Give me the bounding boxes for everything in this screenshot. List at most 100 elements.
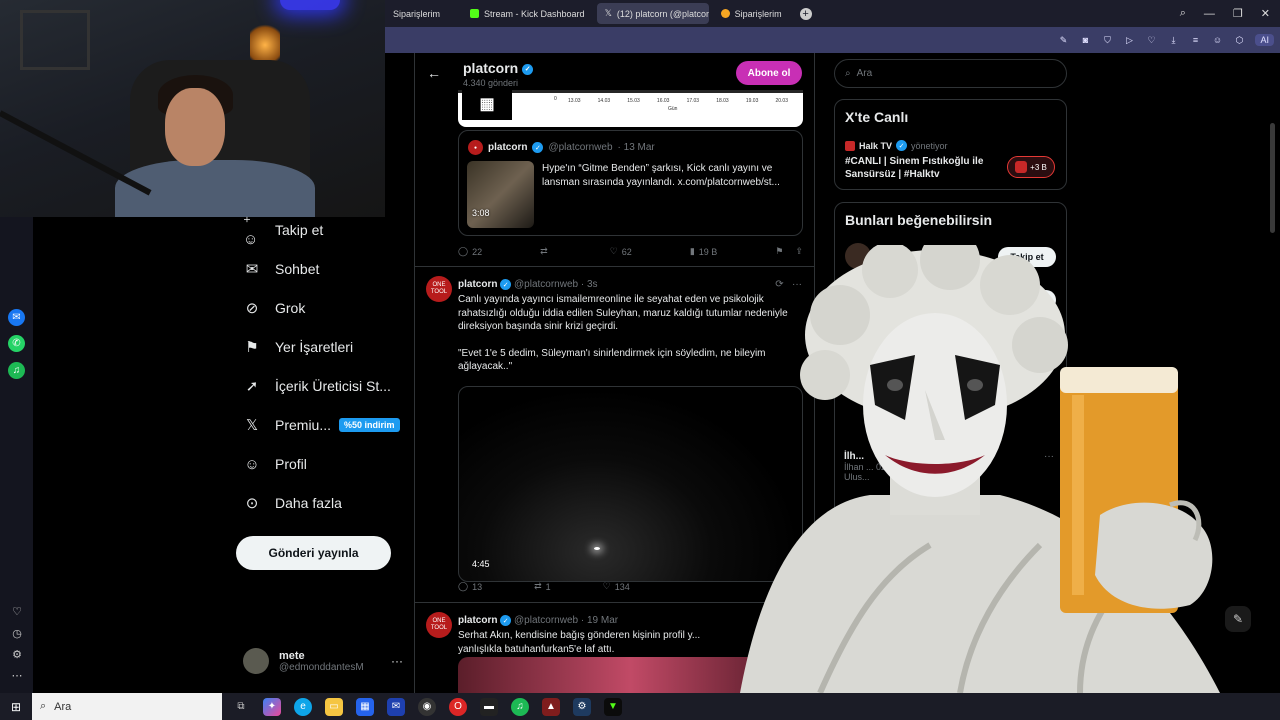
back-arrow-icon[interactable]: ← — [427, 65, 441, 81]
whatsapp-icon[interactable]: ✆ — [8, 335, 25, 352]
nav-chat[interactable]: ✉ Sohbet — [243, 257, 320, 281]
post-button[interactable]: Gönderi yayınla — [236, 536, 391, 570]
tab-x-platcorn[interactable]: 𝕏(12) platcorn (@platcornwe — [596, 3, 709, 24]
suggestions-title: Bunları beğenebilirsin — [845, 212, 993, 228]
spotify-icon[interactable]: ♫ — [511, 697, 529, 716]
settings-icon[interactable]: ⚙ — [10, 648, 24, 662]
profile-icon[interactable]: ☺ — [1211, 34, 1223, 46]
mail-icon[interactable]: ✉ — [387, 697, 405, 716]
messages-fab[interactable]: ✎ — [1225, 606, 1251, 632]
chart-zero: 0 — [554, 96, 557, 102]
kick-icon[interactable]: ▼ — [604, 697, 622, 716]
subscribe-button[interactable]: Abone ol — [736, 61, 802, 85]
reply-button[interactable]: ◯ 13 — [458, 581, 482, 592]
restore-icon[interactable]: ❐ — [1233, 7, 1243, 20]
windows-start-icon[interactable]: ⊞ — [0, 693, 32, 720]
taskbar-search[interactable]: ⌕ Ara — [32, 693, 222, 720]
close-icon[interactable]: ✕ — [1261, 7, 1270, 20]
search-input[interactable]: ⌕ Ara — [834, 59, 1067, 88]
live-stream-title[interactable]: #CANLI | Sinem Fıstıkoğlu ile Sansürsüz … — [845, 155, 995, 181]
window-controls: ⌕ — ❐ ✕ — [1180, 0, 1280, 27]
divider — [415, 266, 814, 267]
play-icon[interactable]: ▷ — [1123, 34, 1135, 46]
follow-button[interactable]: ...p et — [998, 333, 1056, 353]
nav-bookmarks[interactable]: ⚑ Yer İşaretleri — [243, 335, 353, 359]
like-button[interactable]: ♡ 134 — [603, 581, 630, 592]
microphone-arm — [0, 110, 152, 196]
search-icon[interactable]: ⌕ — [1180, 7, 1186, 20]
trend-item[interactable]: İlh... İlhan ... 02 Ulus... — [844, 451, 886, 482]
share-icon[interactable]: ⇪ — [795, 246, 803, 257]
spotify-icon[interactable]: ♫ — [8, 362, 25, 379]
cube-icon[interactable]: ⬡ — [1233, 34, 1245, 46]
grok-icon: ⊘ — [245, 300, 259, 317]
like-button[interactable]: ♡ 62 — [610, 246, 632, 257]
file-explorer-icon[interactable]: ▭ — [325, 697, 343, 716]
bookmark-icon[interactable]: ⚑ — [775, 246, 783, 257]
person-icon: ☺ — [244, 455, 260, 473]
store-icon[interactable]: ▦ — [356, 697, 374, 716]
steam-icon[interactable]: ⚙ — [573, 697, 591, 716]
tab-orders[interactable]: Siparişlerim — [385, 3, 448, 24]
download-icon[interactable]: ⤓ — [1167, 34, 1179, 46]
more-icon[interactable]: ··· — [1044, 451, 1054, 462]
verified-icon: ✓ — [522, 63, 534, 75]
follow-button[interactable]: Takip et — [998, 247, 1056, 267]
copilot-icon[interactable]: ✦ — [263, 697, 281, 716]
browser-sidebar: ✉ ✆ ♫ ♡ ◷ ⚙ ⋯ — [0, 217, 33, 693]
quoted-post[interactable]: ● platcorn ✓ @platcornweb · 13 Mar 3:08 … — [458, 130, 803, 236]
new-tab-icon[interactable]: + — [799, 7, 812, 20]
ai-button[interactable]: AI — [1255, 34, 1274, 46]
suggestion-item[interactable]: tnt @thenazta... — [845, 243, 930, 269]
game-icon[interactable]: ▲ — [542, 697, 560, 716]
post-card[interactable]: ONE TOOL platcorn ✓ @platcornweb · 3s ⟳ ·… — [415, 276, 814, 606]
timeline: ← platcorn ✓ 4.340 gönderi Abone ol ▦ 0 … — [414, 53, 815, 693]
nav-premium[interactable]: 𝕏 Premiu... %50 indirim — [243, 413, 400, 437]
grok-icon[interactable]: ⟳ — [775, 279, 783, 290]
more-icon[interactable]: ··· — [391, 654, 403, 668]
views-button[interactable]: ▮ 19 B — [690, 246, 717, 257]
tab-orders-2[interactable]: Siparişlerim — [713, 3, 790, 24]
post-card[interactable]: ONE TOOL platcorn ✓ @platcornweb · 19 Mar… — [415, 612, 814, 693]
scrollbar[interactable] — [1270, 123, 1275, 233]
shield-icon[interactable]: ⛉ — [1101, 34, 1113, 46]
nav-creator-studio[interactable]: ➚ İçerik Üreticisi St... — [243, 374, 391, 398]
more-icon[interactable]: ⋯ — [10, 669, 24, 683]
search-icon: ⌕ — [845, 68, 851, 79]
edit-icon[interactable]: ✎ — [1057, 34, 1069, 46]
nav-more[interactable]: ⊙ Daha fazla — [243, 491, 342, 515]
app-icon[interactable]: ▬ — [480, 697, 498, 716]
post-image[interactable] — [458, 657, 803, 693]
post-count: 4.340 gönderi — [463, 78, 519, 88]
task-view-icon[interactable]: ⧉ — [232, 698, 250, 716]
post-header: platcorn ✓ @platcornweb · 19 Mar — [458, 615, 619, 627]
post-video[interactable]: 4:45 — [458, 386, 803, 582]
obs-icon[interactable]: ◉ — [418, 697, 436, 716]
repost-button[interactable]: ⇄ 1 — [534, 581, 551, 592]
neon-light — [280, 0, 340, 10]
follow-button[interactable]: Takip et — [998, 290, 1056, 310]
tab-kick-dashboard[interactable]: Stream - Kick Dashboard — [462, 3, 593, 24]
avatar: ONE TOOL — [426, 276, 452, 302]
camera-icon[interactable]: ◙ — [1079, 34, 1091, 46]
nav-profile[interactable]: ☺ Profil — [243, 452, 307, 476]
verified-icon: ✓ — [532, 142, 544, 153]
live-listeners-pill[interactable]: +3 B — [1007, 156, 1055, 178]
heart-icon[interactable]: ♡ — [1145, 34, 1157, 46]
minimize-icon[interactable]: — — [1204, 8, 1215, 20]
opera-icon[interactable]: O — [449, 697, 467, 716]
edge-icon[interactable]: e — [294, 697, 312, 716]
menu-icon[interactable]: ≡ — [1189, 34, 1201, 46]
nav-follow[interactable]: ⁺☺ Takip et — [243, 214, 323, 248]
nav-grok[interactable]: ⊘ Grok — [243, 296, 306, 320]
messenger-icon[interactable]: ✉ — [8, 309, 25, 326]
heart-icon[interactable]: ♡ — [10, 605, 24, 619]
quote-header: ● platcorn ✓ @platcornweb · 13 Mar — [468, 140, 655, 155]
reply-button[interactable]: ◯ 22 — [458, 246, 482, 257]
history-icon[interactable]: ◷ — [10, 627, 24, 641]
repost-button[interactable]: ⇄ — [540, 246, 552, 257]
account-switcher[interactable]: mete @edmonddantesM ··· — [243, 648, 403, 674]
chart-ticks: 13.03 14.03 15.03 16.03 17.03 18.03 19.0… — [568, 98, 788, 104]
more-icon[interactable]: ··· — [792, 279, 802, 290]
headlight — [594, 547, 600, 550]
